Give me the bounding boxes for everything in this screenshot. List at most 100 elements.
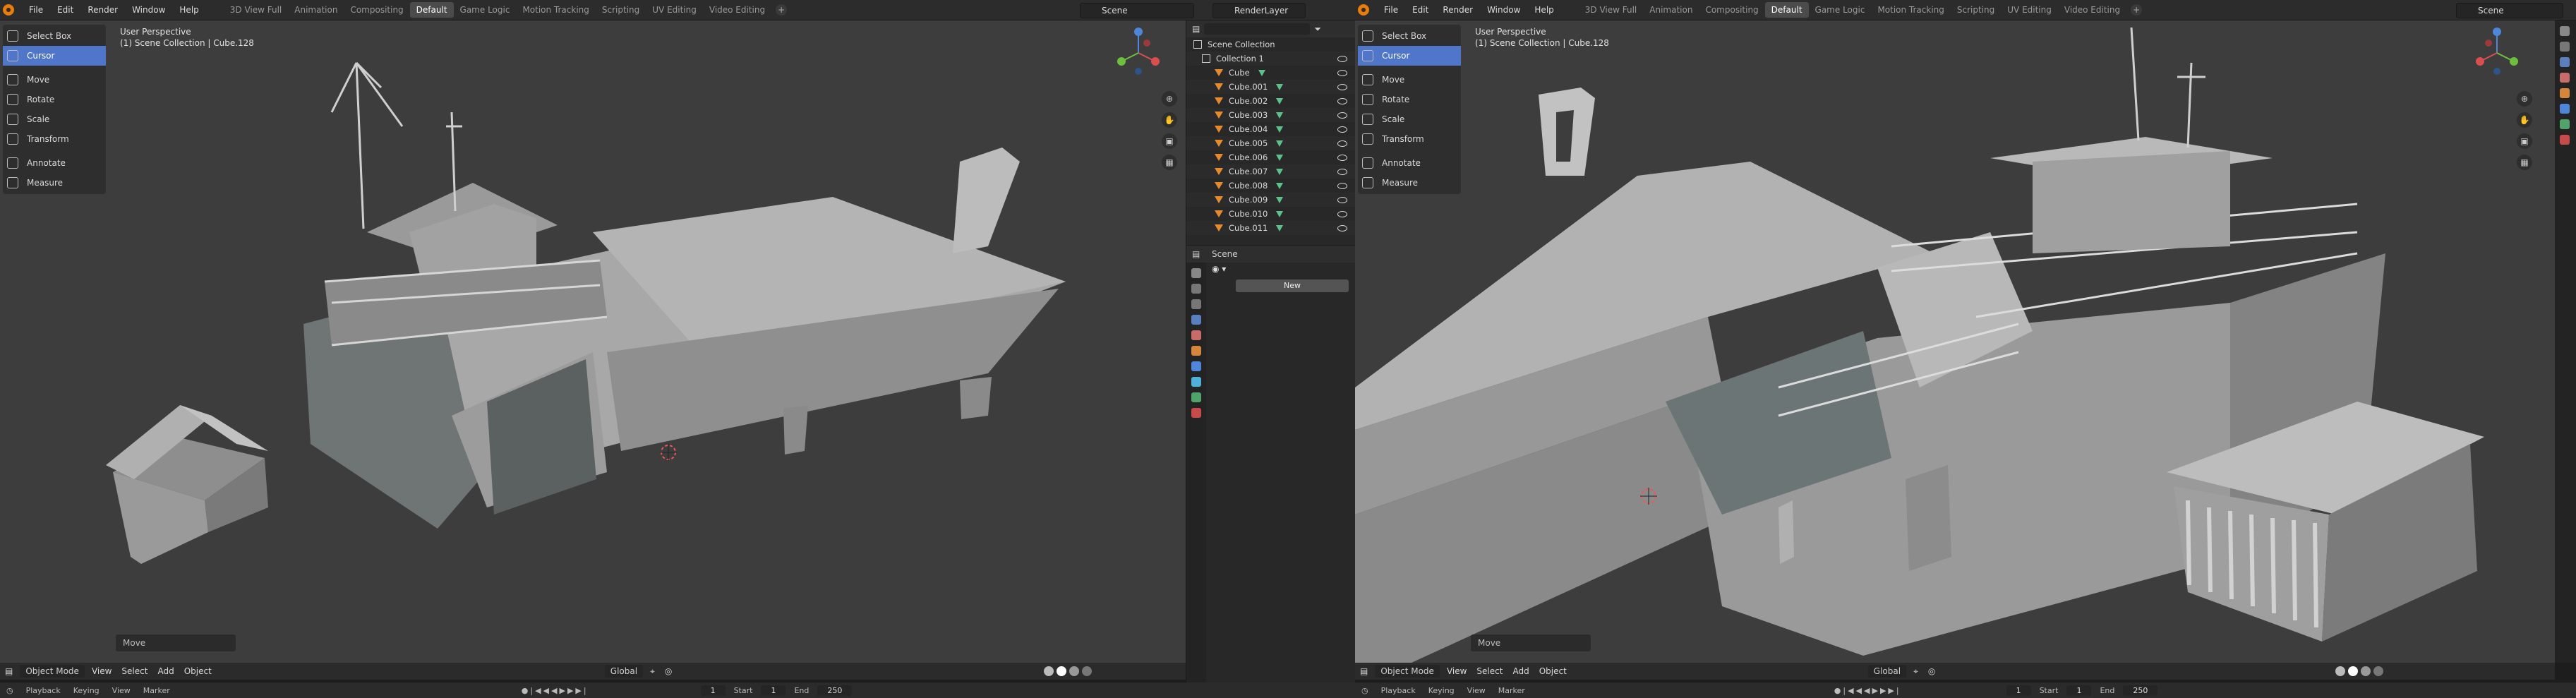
tool-scale[interactable]: Scale [1358, 109, 1461, 129]
menu-view[interactable]: View [1442, 665, 1471, 678]
start-frame-field[interactable]: 1 [2066, 685, 2092, 696]
mode-selector[interactable]: Object Mode [20, 665, 85, 678]
snap-icon[interactable]: ⌖ [645, 665, 660, 678]
proportional-edit-icon[interactable]: ◎ [1923, 665, 1940, 678]
tab-game-logic[interactable]: Game Logic [1809, 2, 1872, 18]
viewport-3d[interactable]: Select Box Cursor Move Rotate Scale Tran… [0, 20, 1186, 663]
render-icon[interactable] [2560, 42, 2570, 52]
timeline-editor-icon[interactable]: ◷ [0, 686, 20, 695]
menu-render[interactable]: Render [1436, 2, 1479, 18]
add-workspace-icon[interactable]: + [2131, 4, 2143, 16]
visibility-eye-icon[interactable] [1337, 224, 1347, 231]
current-frame-field[interactable]: 1 [700, 685, 726, 696]
menu-file[interactable]: File [23, 2, 49, 18]
outliner-item-cube-008[interactable]: Cube.008 [1186, 179, 1355, 193]
tool-cursor[interactable]: Cursor [1358, 46, 1461, 66]
visibility-eye-icon[interactable] [1337, 97, 1347, 104]
tab-3d-view-full[interactable]: 3D View Full [1579, 2, 1644, 18]
menu-add[interactable]: Add [152, 665, 179, 678]
menu-keying[interactable]: Keying [1422, 686, 1461, 695]
viewport-3d[interactable]: Select Box Cursor Move Rotate Scale Tran… [1355, 20, 2555, 663]
object-icon[interactable] [2560, 88, 2570, 98]
visibility-eye-icon[interactable] [1337, 126, 1347, 133]
tab-uv-editing[interactable]: UV Editing [2001, 2, 2058, 18]
menu-marker[interactable]: Marker [1492, 686, 1531, 695]
last-operator-panel[interactable]: Move [116, 634, 236, 651]
visibility-eye-icon[interactable] [1337, 69, 1347, 76]
view-layer-icon[interactable] [1191, 315, 1201, 325]
tab-video-editing[interactable]: Video Editing [703, 2, 771, 18]
tool-measure[interactable]: Measure [1358, 173, 1461, 193]
end-frame-field[interactable]: 250 [817, 685, 853, 696]
visibility-eye-icon[interactable] [1337, 83, 1347, 90]
camera-icon[interactable]: ▣ [2517, 133, 2532, 149]
menu-view[interactable]: View [1461, 686, 1492, 695]
timeline-editor-icon[interactable]: ◷ [1355, 686, 1375, 695]
material-icon[interactable] [2560, 135, 2570, 145]
camera-icon[interactable]: ▣ [1162, 133, 1177, 149]
pan-hand-icon[interactable]: ✋ [2517, 112, 2532, 128]
tool-move[interactable]: Move [1358, 70, 1461, 90]
material-shading-icon[interactable] [1069, 666, 1080, 676]
rendered-shading-icon[interactable] [2373, 666, 2384, 676]
end-frame-field[interactable]: 250 [2123, 685, 2158, 696]
properties-editor-icon[interactable]: ▤ [1192, 249, 1200, 259]
blender-logo-icon[interactable] [1358, 4, 1369, 16]
visibility-eye-icon[interactable] [1337, 140, 1347, 147]
outliner-item-cube-004[interactable]: Cube.004 [1186, 122, 1355, 136]
menu-file[interactable]: File [1378, 2, 1404, 18]
playback-controls-icon[interactable]: ●|◀◀◀▶▶▶| [1828, 686, 1908, 695]
menu-playback[interactable]: Playback [1375, 686, 1422, 695]
scene-selector[interactable]: Scene [1080, 3, 1194, 18]
tool-rotate[interactable]: Rotate [3, 90, 106, 109]
visibility-eye-icon[interactable] [1337, 182, 1347, 189]
tool-settings-icon[interactable] [1191, 268, 1201, 278]
outliner-item-cube-011[interactable]: Cube.011 [1186, 221, 1355, 235]
outliner-editor-icon[interactable]: ▤ [1192, 24, 1200, 34]
outliner-item-cube-005[interactable]: Cube.005 [1186, 136, 1355, 150]
menu-select[interactable]: Select [1471, 665, 1507, 678]
tool-annotate[interactable]: Annotate [3, 153, 106, 173]
menu-help[interactable]: Help [1528, 2, 1560, 18]
tab-compositing[interactable]: Compositing [1699, 2, 1764, 18]
tab-default[interactable]: Default [1764, 2, 1809, 18]
rendered-shading-icon[interactable] [1082, 666, 1093, 676]
menu-window[interactable]: Window [126, 2, 171, 18]
menu-keying[interactable]: Keying [67, 686, 106, 695]
menu-select[interactable]: Select [116, 665, 152, 678]
menu-view[interactable]: View [106, 686, 137, 695]
tool-move[interactable]: Move [3, 70, 106, 90]
editor-type-icon[interactable]: ▤ [1355, 665, 1373, 678]
menu-add[interactable]: Add [1507, 665, 1534, 678]
new-button[interactable]: New [1236, 279, 1349, 292]
visibility-eye-icon[interactable] [1337, 168, 1347, 175]
snap-icon[interactable]: ⌖ [1908, 665, 1923, 678]
tab-video-editing[interactable]: Video Editing [2058, 2, 2126, 18]
outliner-item-cube-007[interactable]: Cube.007 [1186, 164, 1355, 179]
render-icon[interactable] [1191, 284, 1201, 294]
tool-select-box[interactable]: Select Box [1358, 26, 1461, 46]
tool-annotate[interactable]: Annotate [1358, 153, 1461, 173]
editor-type-icon[interactable]: ▤ [0, 665, 18, 678]
tab-scripting[interactable]: Scripting [1951, 2, 2001, 18]
tool-cursor[interactable]: Cursor [3, 46, 106, 66]
tool-measure[interactable]: Measure [3, 173, 106, 193]
add-workspace-icon[interactable]: + [776, 4, 788, 16]
tab-default[interactable]: Default [409, 2, 454, 18]
filter-icon[interactable]: ⏷ [1314, 24, 1321, 35]
tool-transform[interactable]: Transform [1358, 129, 1461, 149]
menu-object[interactable]: Object [179, 665, 217, 678]
modifiers-icon[interactable] [2560, 104, 2570, 114]
tab-motion-tracking[interactable]: Motion Tracking [1871, 2, 1950, 18]
outliner-collection[interactable]: Collection 1 [1186, 52, 1355, 66]
particles-icon[interactable] [1191, 377, 1201, 387]
tool-scale[interactable]: Scale [3, 109, 106, 129]
tab-animation[interactable]: Animation [1643, 2, 1699, 18]
wireframe-shading-icon[interactable] [2335, 666, 2346, 676]
data-icon[interactable] [2560, 119, 2570, 129]
orientation-selector[interactable]: Global [604, 665, 644, 678]
menu-view[interactable]: View [87, 665, 116, 678]
start-frame-field[interactable]: 1 [761, 685, 786, 696]
scene-icon[interactable] [2560, 73, 2570, 83]
tab-scripting[interactable]: Scripting [596, 2, 646, 18]
